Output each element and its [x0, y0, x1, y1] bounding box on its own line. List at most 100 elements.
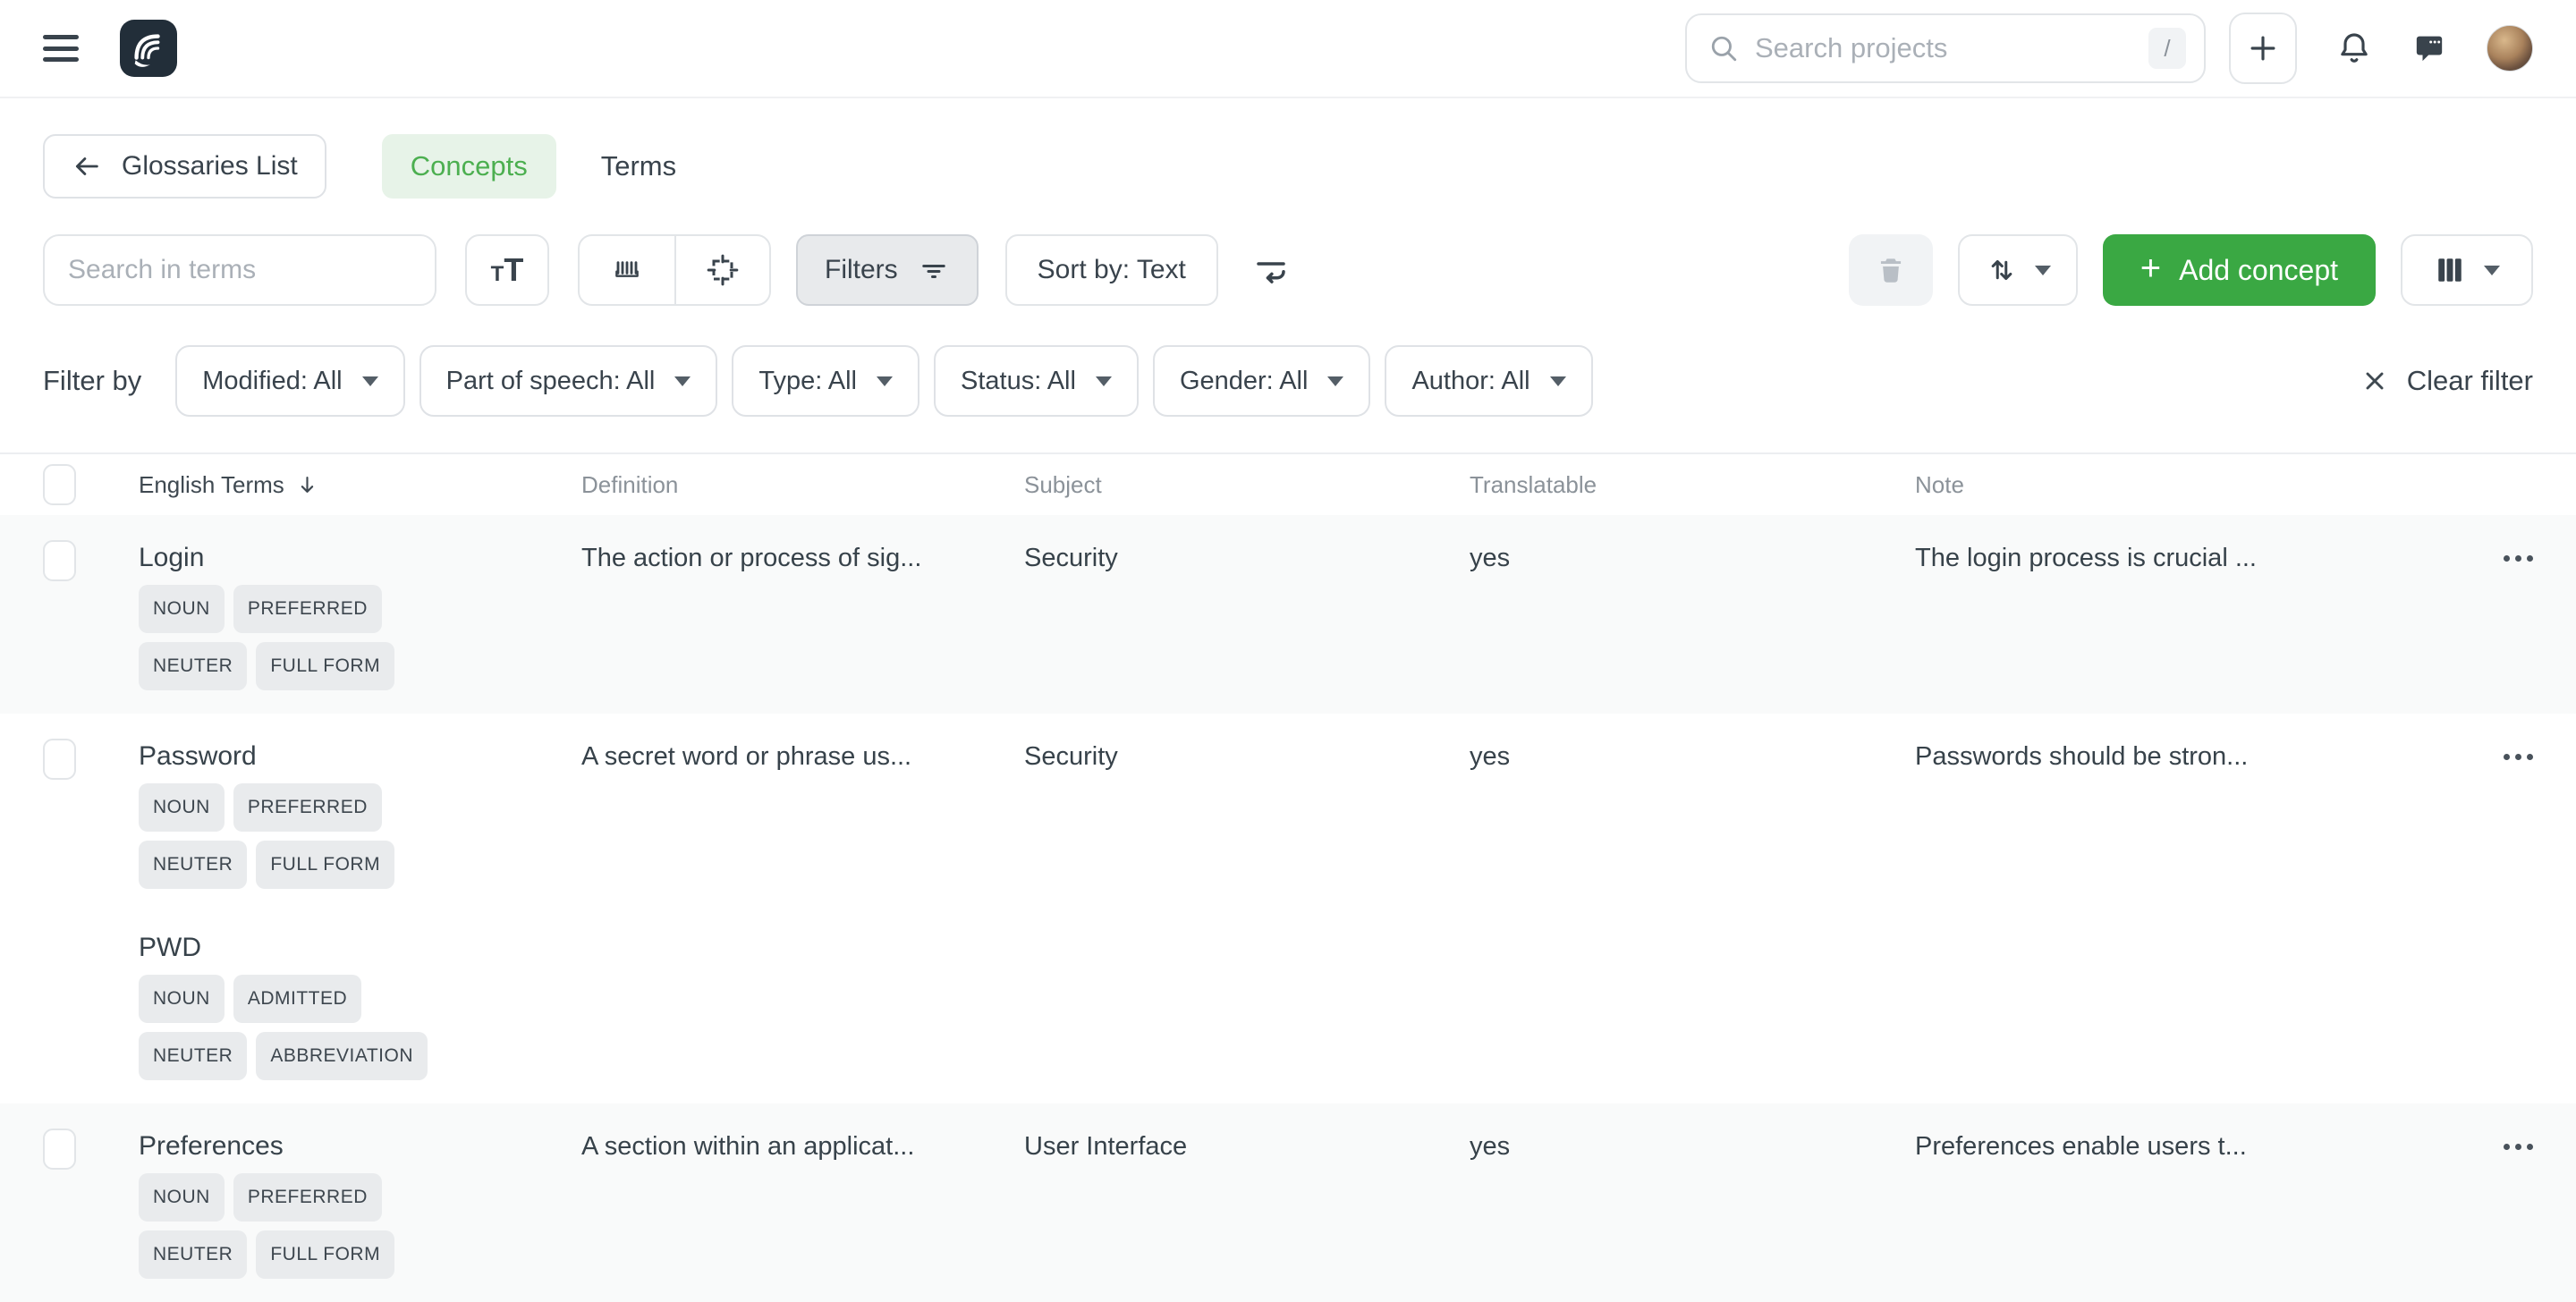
feedback-button[interactable]	[2411, 30, 2447, 66]
topbar: /	[0, 0, 2576, 98]
project-search-input[interactable]	[1755, 32, 2148, 64]
term-text: Login	[139, 540, 555, 576]
tab-concepts-label: Concepts	[411, 150, 528, 182]
project-search[interactable]: /	[1685, 13, 2206, 83]
back-to-glossaries-button[interactable]: Glossaries List	[43, 134, 326, 199]
term-tag: FULL FORM	[256, 841, 394, 889]
clear-filter-button[interactable]: Clear filter	[2360, 365, 2533, 397]
table-body: LoginNOUNPREFERREDNEUTERFULL FORM The ac…	[0, 515, 2576, 1302]
back-arrow-icon	[72, 151, 102, 182]
column-header-translatable[interactable]: Translatable	[1470, 471, 1915, 499]
clear-filter-label: Clear filter	[2407, 365, 2533, 397]
note-cell: Passwords should be stron...	[1915, 739, 2416, 774]
add-concept-button[interactable]: + Add concept	[2103, 234, 2376, 306]
tab-terms[interactable]: Terms	[572, 134, 705, 199]
filter-modified-label: Modified: All	[202, 367, 342, 396]
row-checkbox[interactable]	[43, 1129, 76, 1170]
term-tag: FULL FORM	[256, 642, 394, 690]
row-menu-button[interactable]	[2504, 739, 2533, 774]
add-project-button[interactable]	[2229, 13, 2297, 84]
filter-status-label: Status: All	[961, 367, 1076, 396]
chevron-down-icon	[2035, 266, 2051, 275]
delete-button[interactable]	[1849, 234, 1933, 306]
chevron-down-icon	[1550, 376, 1566, 386]
term-tag: NEUTER	[139, 1230, 247, 1279]
term-tags: NOUNPREFERREDNEUTERFULL FORM	[139, 783, 479, 889]
term-tag: NEUTER	[139, 642, 247, 690]
row-menu-button[interactable]	[2504, 1129, 2533, 1164]
table-row: LoginNOUNPREFERREDNEUTERFULL FORM The ac…	[0, 515, 2576, 714]
user-avatar[interactable]	[2487, 25, 2533, 72]
select-all-checkbox[interactable]	[43, 464, 76, 505]
definition-cell: The action or process of sig...	[581, 540, 1024, 576]
add-concept-label: Add concept	[2179, 254, 2338, 287]
terms-cell: PasswordNOUNPREFERREDNEUTERFULL FORMPWDN…	[139, 739, 581, 1080]
terms-cell: LoginNOUNPREFERREDNEUTERFULL FORM	[139, 540, 581, 690]
translatable-cell: yes	[1470, 540, 1915, 576]
filter-modified[interactable]: Modified: All	[175, 345, 404, 417]
filter-author[interactable]: Author: All	[1385, 345, 1592, 417]
row-menu-button[interactable]	[2504, 540, 2533, 576]
subject-cell: User Interface	[1024, 1129, 1470, 1164]
filter-gender[interactable]: Gender: All	[1153, 345, 1370, 417]
sort-direction-button[interactable]	[1958, 234, 2078, 306]
sort-direction-icon	[1985, 253, 2019, 287]
term-group: PWDNOUNADMITTEDNEUTERABBREVIATION	[139, 930, 555, 1080]
term-tag: ABBREVIATION	[256, 1032, 428, 1080]
plus-icon: +	[2140, 250, 2161, 286]
columns-button[interactable]	[2401, 234, 2533, 306]
filter-type[interactable]: Type: All	[732, 345, 919, 417]
filters-button-label: Filters	[825, 255, 898, 285]
wrap-icon	[1252, 251, 1290, 289]
text-case-button[interactable]: TT	[465, 234, 549, 306]
row-checkbox[interactable]	[43, 739, 76, 780]
filter-part-of-speech-label: Part of speech: All	[446, 367, 656, 396]
search-shortcut-badge: /	[2148, 28, 2186, 69]
term-tag: NOUN	[139, 975, 225, 1023]
frame-select-button[interactable]	[674, 236, 769, 304]
tab-concepts[interactable]: Concepts	[382, 134, 556, 199]
chevron-down-icon	[877, 376, 893, 386]
column-header-subject[interactable]: Subject	[1024, 471, 1470, 499]
tab-terms-label: Terms	[601, 150, 676, 182]
filter-part-of-speech[interactable]: Part of speech: All	[419, 345, 718, 417]
toolbar-right: + Add concept	[1849, 234, 2533, 306]
topbar-right: /	[1685, 13, 2533, 84]
glossary-page: /	[0, 0, 2576, 1196]
subject-cell: Security	[1024, 540, 1470, 576]
note-cell: The login process is crucial ...	[1915, 540, 2416, 576]
frame-icon	[705, 252, 741, 288]
notifications-button[interactable]	[2336, 30, 2372, 66]
filter-author-label: Author: All	[1411, 367, 1530, 396]
term-tags: NOUNPREFERREDNEUTERFULL FORM	[139, 1173, 479, 1279]
barcode-button[interactable]	[580, 236, 674, 304]
term-text: PWD	[139, 930, 555, 966]
sort-by-button[interactable]: Sort by: Text	[1005, 234, 1218, 306]
wrap-toggle-button[interactable]	[1252, 251, 1290, 289]
terms-search[interactable]	[43, 234, 436, 306]
column-header-definition[interactable]: Definition	[581, 471, 1024, 499]
column-header-terms[interactable]: English Terms	[139, 471, 581, 499]
table-row: PasswordNOUNPREFERREDNEUTERFULL FORMPWDN…	[0, 714, 2576, 1103]
filters-button[interactable]: Filters	[796, 234, 979, 306]
glossary-nav: Glossaries List Concepts Terms	[0, 134, 2576, 199]
chevron-down-icon	[1096, 376, 1112, 386]
columns-icon	[2434, 254, 2466, 286]
hamburger-menu-icon[interactable]	[43, 35, 79, 62]
trash-icon	[1874, 253, 1908, 287]
term-text: Preferences	[139, 1129, 555, 1164]
term-tag: PREFERRED	[233, 585, 382, 633]
term-tag: NOUN	[139, 783, 225, 832]
definition-cell: A secret word or phrase us...	[581, 739, 1024, 774]
text-case-icon: TT	[491, 251, 524, 289]
row-checkbox[interactable]	[43, 540, 76, 581]
column-header-note[interactable]: Note	[1915, 471, 2416, 499]
term-tag: PREFERRED	[233, 1173, 382, 1222]
terms-search-input[interactable]	[68, 255, 411, 285]
app-logo[interactable]	[120, 20, 177, 77]
table-row: PreferencesNOUNPREFERREDNEUTERFULL FORM …	[0, 1103, 2576, 1302]
term-tag: NOUN	[139, 1173, 225, 1222]
note-cell: Preferences enable users t...	[1915, 1129, 2416, 1164]
chevron-down-icon	[2484, 266, 2500, 275]
filter-status[interactable]: Status: All	[934, 345, 1139, 417]
